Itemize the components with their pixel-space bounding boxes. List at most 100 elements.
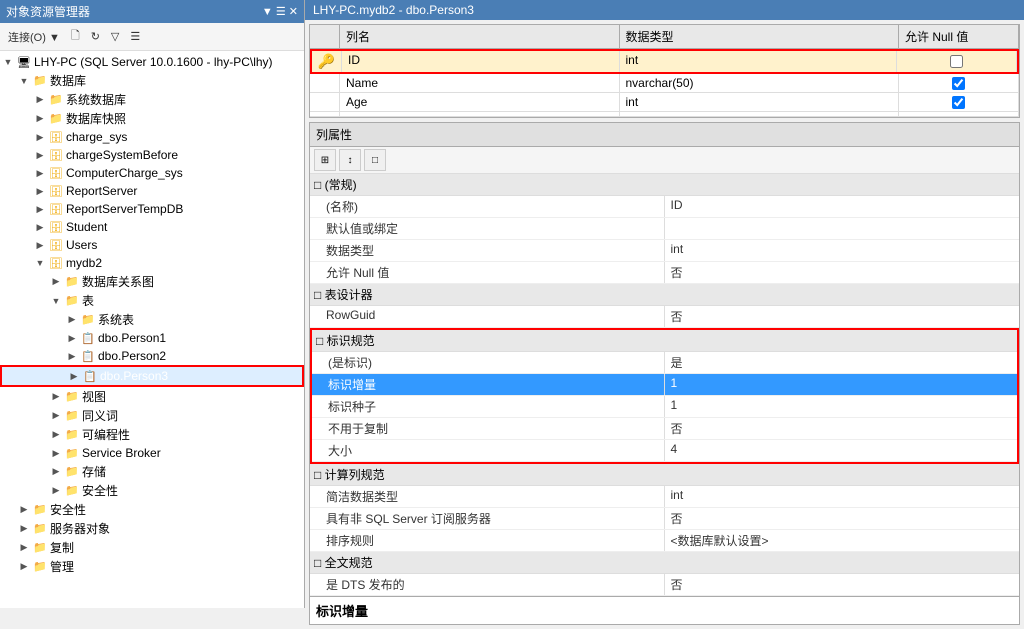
tree-expander[interactable]: ▶ <box>32 92 48 108</box>
settings-button[interactable]: ☰ <box>126 28 144 45</box>
prop-filter-btn[interactable]: ↕ <box>339 149 361 171</box>
tree-item-chargeBefore[interactable]: ▶🗄chargeSystemBefore <box>0 146 304 164</box>
prop-sort-btn[interactable]: ⊞ <box>314 149 336 171</box>
tree-item-views[interactable]: ▶📁视图 <box>0 387 304 406</box>
tree-expander[interactable]: ▶ <box>64 312 80 328</box>
prop-value: 是 <box>665 352 1018 373</box>
prop-help-btn[interactable]: □ <box>364 149 386 171</box>
table-row[interactable]: Name nvarchar(50) <box>310 74 1019 93</box>
properties-toolbar: ⊞ ↕ □ <box>310 147 1019 174</box>
table-row[interactable]: Age int <box>310 93 1019 112</box>
tree-item-tables[interactable]: ▼📁表 <box>0 291 304 310</box>
tree-expander[interactable]: ▼ <box>0 54 16 70</box>
tree-expander[interactable]: ▶ <box>48 408 64 424</box>
tree-expander[interactable]: ▶ <box>16 521 32 537</box>
tree-item-programmability[interactable]: ▶📁可编程性 <box>0 425 304 444</box>
tree-expander[interactable]: ▶ <box>48 427 64 443</box>
type-cell[interactable]: int <box>620 51 898 72</box>
tree-item-replication[interactable]: ▶📁复制 <box>0 538 304 557</box>
prop-section-header[interactable]: □ 全文规范 <box>310 552 1019 574</box>
name-cell[interactable]: Age <box>340 93 620 111</box>
tree-item-reporttemp[interactable]: ▶🗄ReportServerTempDB <box>0 200 304 218</box>
explorer-toolbar: 连接(O) ▼ 🗋 ↻ ▽ ☰ <box>0 23 304 51</box>
tree-expander[interactable]: ▶ <box>32 129 48 145</box>
tree-item-dbsnap[interactable]: ▶📁数据库快照 <box>0 109 304 128</box>
tree-item-person2[interactable]: ▶📋dbo.Person2 <box>0 347 304 365</box>
nullable-checkbox[interactable] <box>950 55 963 68</box>
tree-item-servicebroker[interactable]: ▶📁Service Broker <box>0 444 304 462</box>
tree-expander[interactable]: ▶ <box>16 540 32 556</box>
tree-expander[interactable]: ▶ <box>48 483 64 499</box>
tree-item-serverobj[interactable]: ▶📁服务器对象 <box>0 519 304 538</box>
tree-expander[interactable]: ▶ <box>48 445 64 461</box>
tree-item-sysdb[interactable]: ▶📁系统数据库 <box>0 90 304 109</box>
tree-expander[interactable]: ▼ <box>32 255 48 271</box>
tree-expander[interactable]: ▼ <box>16 73 32 89</box>
tree-item-charge[interactable]: ▶🗄charge_sys <box>0 128 304 146</box>
tree-expander[interactable]: ▶ <box>48 274 64 290</box>
tree-item-systables[interactable]: ▶📁系统表 <box>0 310 304 329</box>
tree-expander[interactable]: ▶ <box>32 183 48 199</box>
tree-label: dbo.Person1 <box>98 331 166 345</box>
filter-button[interactable]: ▽ <box>107 28 123 45</box>
tree-expander[interactable]: ▶ <box>32 219 48 235</box>
type-cell[interactable] <box>620 112 900 116</box>
name-cell[interactable]: ID <box>342 51 620 72</box>
tree-expander[interactable]: ▶ <box>66 368 82 384</box>
nullable-cell[interactable] <box>899 74 1019 92</box>
tree-expander[interactable]: ▶ <box>32 237 48 253</box>
tree-item-synonyms[interactable]: ▶📁同义词 <box>0 406 304 425</box>
tree-item-server[interactable]: ▼🖥LHY-PC (SQL Server 10.0.1600 - lhy-PC\… <box>0 53 304 71</box>
prop-section-header[interactable]: □ 表设计器 <box>310 284 1019 306</box>
tree-item-student[interactable]: ▶🗄Student <box>0 218 304 236</box>
tree-expander[interactable]: ▶ <box>32 201 48 217</box>
tree-expander[interactable]: ▼ <box>48 293 64 309</box>
tree-item-mydb2[interactable]: ▼🗄mydb2 <box>0 254 304 272</box>
right-panel-title: LHY-PC.mydb2 - dbo.Person3 <box>305 0 1024 20</box>
name-cell[interactable]: Name <box>340 74 620 92</box>
type-cell[interactable]: int <box>620 93 900 111</box>
table-icon: 📋 <box>80 348 96 364</box>
refresh-button[interactable]: ↻ <box>87 28 104 45</box>
tree-expander[interactable]: ▶ <box>32 111 48 127</box>
nullable-checkbox[interactable] <box>952 96 965 109</box>
tree-item-compcharge[interactable]: ▶🗄ComputerCharge_sys <box>0 164 304 182</box>
tree-expander[interactable]: ▶ <box>64 330 80 346</box>
prop-label: 具有非 SQL Server 订阅服务器 <box>310 508 665 529</box>
tree-expander[interactable]: ▶ <box>48 389 64 405</box>
tree-item-users[interactable]: ▶🗄Users <box>0 236 304 254</box>
tree-item-databases[interactable]: ▼📁数据库 <box>0 71 304 90</box>
tree-item-security[interactable]: ▶📁安全性 <box>0 500 304 519</box>
name-cell[interactable] <box>340 112 620 116</box>
tree-expander[interactable]: ▶ <box>48 464 64 480</box>
tree-expander[interactable]: ▶ <box>64 348 80 364</box>
tree-expander[interactable]: ▶ <box>16 502 32 518</box>
prop-section-header[interactable]: □ (常规) <box>310 174 1019 196</box>
tree-item-reportserver[interactable]: ▶🗄ReportServer <box>0 182 304 200</box>
tree-item-management[interactable]: ▶📁管理 <box>0 557 304 576</box>
nullable-cell[interactable] <box>897 51 1017 72</box>
nullable-cell[interactable] <box>899 93 1019 111</box>
new-query-button[interactable]: 🗋 <box>67 25 84 48</box>
connect-button[interactable]: 连接(O) ▼ <box>4 27 64 47</box>
tree-expander[interactable]: ▶ <box>16 559 32 575</box>
prop-section-header[interactable]: □ 标识规范 <box>312 330 1017 352</box>
tree-item-security2[interactable]: ▶📁安全性 <box>0 481 304 500</box>
folder-icon: 📁 <box>32 502 48 518</box>
table-row[interactable]: 🔑 ID int <box>310 49 1019 74</box>
prop-section-header[interactable]: □ 计算列规范 <box>310 464 1019 486</box>
tree-label: 管理 <box>50 558 74 575</box>
col-header-key <box>310 25 340 48</box>
tree-item-person3[interactable]: ▶📋dbo.Person3 <box>0 365 304 387</box>
tree-label: ReportServerTempDB <box>66 202 183 216</box>
nullable-checkbox[interactable] <box>952 77 965 90</box>
nullable-cell[interactable] <box>899 112 1019 116</box>
type-cell[interactable]: nvarchar(50) <box>620 74 900 92</box>
prop-row: 允许 Null 值 否 <box>310 262 1019 284</box>
tree-item-storage[interactable]: ▶📁存储 <box>0 462 304 481</box>
table-row[interactable] <box>310 112 1019 117</box>
tree-item-dbdiagram[interactable]: ▶📁数据库关系图 <box>0 272 304 291</box>
tree-item-person1[interactable]: ▶📋dbo.Person1 <box>0 329 304 347</box>
tree-expander[interactable]: ▶ <box>32 165 48 181</box>
tree-expander[interactable]: ▶ <box>32 147 48 163</box>
